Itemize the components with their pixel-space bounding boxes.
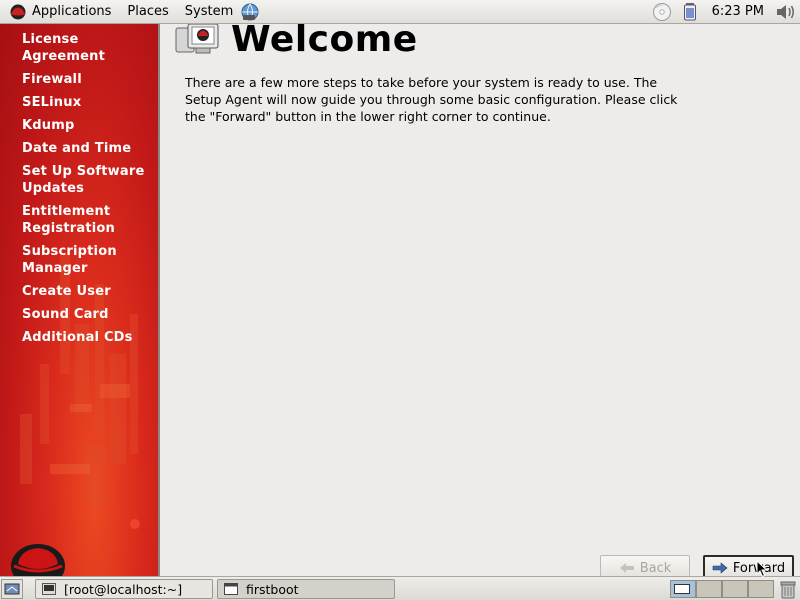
mouse-cursor-icon <box>756 560 768 578</box>
taskbar-item-terminal-label: [root@localhost:~] <box>64 581 183 597</box>
workspace-2[interactable] <box>696 580 722 598</box>
step-license-agreement: License Agreement <box>22 32 106 64</box>
step-software-updates: Set Up Software Updates <box>22 164 145 196</box>
desktop-icon <box>4 583 20 595</box>
step-date-and-time: Date and Time <box>22 141 132 156</box>
back-button-label: Back <box>639 560 672 576</box>
page-title: Welcome <box>231 19 418 60</box>
workspace-3[interactable] <box>722 580 748 598</box>
steps-sidebar: License Agreement Firewall SELinux Kdump… <box>0 24 160 576</box>
terminal-icon <box>42 583 56 595</box>
back-arrow-icon <box>619 563 634 573</box>
step-subscription-manager: Subscription Manager <box>22 244 117 276</box>
redhat-shadowman-logo <box>11 544 65 576</box>
bottom-panel: [root@localhost:~] firstboot <box>0 576 800 600</box>
applications-menu[interactable]: Applications <box>0 0 119 24</box>
step-kdump: Kdump <box>22 118 75 133</box>
step-create-user: Create User <box>22 284 111 299</box>
forward-arrow-icon <box>712 562 728 574</box>
step-entitlement-registration: Entitlement Registration <box>22 204 115 236</box>
taskbar-item-firstboot[interactable]: firstboot <box>217 579 395 599</box>
intro-text: There are a few more steps to take befor… <box>185 75 678 124</box>
step-sound-card: Sound Card <box>22 307 109 322</box>
workspace-1[interactable] <box>670 580 696 598</box>
step-list: License Agreement Firewall SELinux Kdump… <box>22 31 152 352</box>
trash-icon[interactable] <box>779 579 797 599</box>
main-content: Welcome There are a few more steps to ta… <box>160 19 800 581</box>
cd-icon[interactable] <box>651 2 673 22</box>
workspace-4[interactable] <box>748 580 774 598</box>
taskbar-item-firstboot-label: firstboot <box>246 581 299 597</box>
battery-icon[interactable] <box>679 2 701 22</box>
workspace-window-thumbnail <box>674 584 690 594</box>
clock[interactable]: 6:23 PM <box>704 4 772 19</box>
volume-icon[interactable] <box>775 2 797 22</box>
places-menu-label: Places <box>127 4 169 19</box>
window-icon <box>224 583 238 595</box>
taskbar-item-terminal[interactable]: [root@localhost:~] <box>35 579 213 599</box>
step-selinux: SELinux <box>22 95 82 110</box>
applications-menu-label: Applications <box>32 4 112 19</box>
system-menu-label: System <box>184 4 234 19</box>
redhat-logo-icon <box>10 4 26 19</box>
places-menu[interactable]: Places <box>119 0 176 24</box>
step-firewall: Firewall <box>22 72 82 87</box>
show-desktop-button[interactable] <box>1 579 23 599</box>
computer-welcome-icon <box>175 24 219 54</box>
step-additional-cds: Additional CDs <box>22 330 133 345</box>
